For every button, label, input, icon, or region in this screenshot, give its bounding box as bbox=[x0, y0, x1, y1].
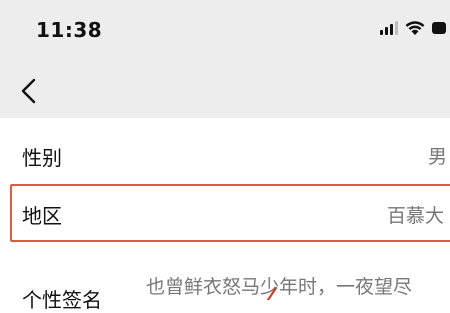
gender-value: 男 bbox=[428, 146, 448, 168]
nav-bar bbox=[0, 62, 450, 118]
wifi-icon bbox=[405, 21, 425, 35]
pointer-mark-icon bbox=[266, 286, 278, 300]
gender-label: 性别 bbox=[22, 146, 62, 170]
region-label: 地区 bbox=[22, 204, 62, 228]
status-time: 11:38 bbox=[36, 18, 103, 42]
back-button[interactable] bbox=[14, 74, 44, 106]
signature-row[interactable]: 个性签名 也曾鲜衣怒马少年时，一夜望尽 bbox=[0, 250, 450, 312]
battery-icon bbox=[432, 22, 446, 34]
status-icons bbox=[380, 20, 446, 36]
chevron-left-icon bbox=[21, 78, 36, 104]
region-row[interactable]: 地区 百慕大 bbox=[10, 184, 450, 242]
signature-label: 个性签名 bbox=[22, 288, 102, 312]
gender-row[interactable]: 性别 男 bbox=[0, 124, 450, 186]
cellular-signal-icon bbox=[380, 21, 398, 35]
status-bar: 11:38 bbox=[0, 0, 450, 62]
region-value: 百慕大 bbox=[387, 205, 445, 227]
